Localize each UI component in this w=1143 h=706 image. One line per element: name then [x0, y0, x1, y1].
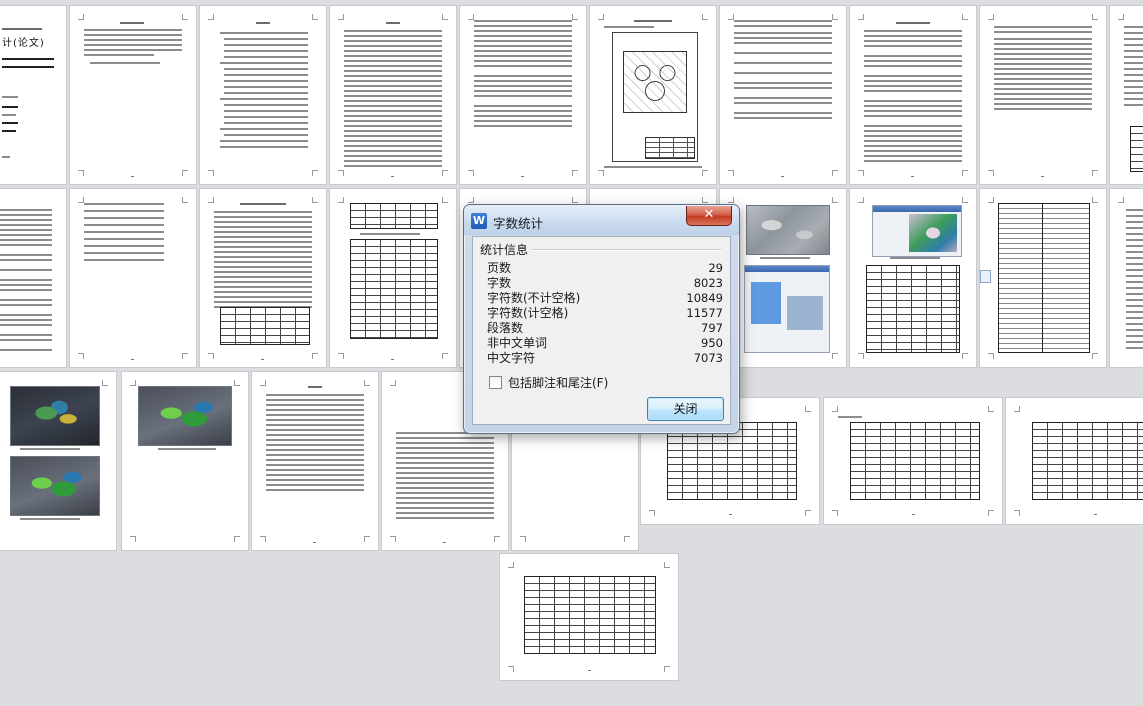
word-count-dialog[interactable]: W 字数统计 ✕ 统计信息 页数 29 字数 8023 字符数(不计空格) 10…	[463, 204, 740, 434]
page-thumbnail[interactable]	[460, 6, 586, 184]
stat-label: 字符数(计空格)	[487, 306, 569, 320]
dialog-body: 统计信息 页数 29 字数 8023 字符数(不计空格) 10849 字符数(计…	[472, 236, 731, 425]
stat-label: 中文字符	[487, 351, 536, 365]
section-label: 统计信息	[480, 241, 533, 258]
stat-value: 10849	[686, 291, 723, 305]
software-screenshot	[872, 205, 962, 257]
stat-label: 段落数	[487, 321, 524, 335]
cover-title: 计(论文)	[2, 38, 45, 49]
document-icon	[980, 270, 991, 283]
page-thumbnail[interactable]	[590, 6, 716, 184]
stat-row-pages: 页数 29	[487, 261, 723, 276]
page-thumbnail[interactable]	[70, 189, 196, 367]
stat-row-non-chinese-words: 非中文单词 950	[487, 336, 723, 351]
page-thumbnail[interactable]	[720, 6, 846, 184]
page-thumbnail[interactable]	[1006, 398, 1143, 524]
page-thumbnail[interactable]	[850, 189, 976, 367]
stat-value: 7073	[693, 351, 723, 365]
page-thumbnail[interactable]	[824, 398, 1002, 524]
page-thumbnail[interactable]	[1110, 6, 1143, 184]
close-icon: ✕	[703, 207, 715, 222]
dialog-title: 字数统计	[493, 216, 544, 231]
model-render-image	[746, 205, 830, 255]
statistics-list: 页数 29 字数 8023 字符数(不计空格) 10849 字符数(计空格) 1…	[487, 261, 723, 366]
page-thumbnail[interactable]: 计(论文)	[0, 6, 66, 184]
stat-label: 非中文单词	[487, 336, 548, 350]
stat-row-chars-with-spaces: 字符数(计空格) 11577	[487, 306, 723, 321]
stat-row-paragraphs: 段落数 797	[487, 321, 723, 336]
stat-label: 页数	[487, 261, 512, 275]
stat-value: 8023	[693, 276, 723, 290]
page-thumbnail[interactable]	[330, 6, 456, 184]
stat-label: 字数	[487, 276, 512, 290]
stat-value: 797	[701, 321, 723, 335]
page-thumbnail[interactable]	[330, 189, 456, 367]
drawing-image	[612, 32, 698, 162]
wps-writer-icon: W	[471, 213, 487, 229]
page-thumbnail[interactable]	[200, 6, 326, 184]
stat-row-chinese-chars: 中文字符 7073	[487, 351, 723, 366]
page-thumbnail[interactable]	[200, 189, 326, 367]
model-render-image	[138, 386, 232, 446]
model-render-image	[10, 456, 100, 516]
document-thumbnail-canvas[interactable]: 计(论文) W 字数统计 ✕ 统计信息 页数 29 字数 8023 字符数(不计…	[0, 0, 1143, 706]
page-thumbnail[interactable]	[122, 372, 248, 550]
close-button[interactable]: ✕	[686, 206, 732, 226]
include-footnotes-checkbox[interactable]	[489, 376, 502, 389]
page-thumbnail[interactable]	[70, 6, 196, 184]
stat-row-words: 字数 8023	[487, 276, 723, 291]
stat-label: 字符数(不计空格)	[487, 291, 581, 305]
page-thumbnail[interactable]	[980, 6, 1106, 184]
close-dialog-button[interactable]: 关闭	[647, 397, 724, 421]
dialog-titlebar[interactable]: W 字数统计 ✕	[464, 205, 739, 235]
software-screenshot	[744, 265, 830, 353]
stat-value: 950	[701, 336, 723, 350]
page-thumbnail[interactable]	[500, 554, 678, 680]
page-thumbnail[interactable]	[1110, 189, 1143, 367]
stat-value: 29	[708, 261, 723, 275]
page-thumbnail[interactable]	[980, 189, 1106, 367]
include-footnotes-label[interactable]: 包括脚注和尾注(F)	[508, 374, 608, 391]
page-thumbnail[interactable]	[850, 6, 976, 184]
stat-row-chars-no-spaces: 字符数(不计空格) 10849	[487, 291, 723, 306]
page-thumbnail[interactable]	[0, 372, 116, 550]
model-render-image	[10, 386, 100, 446]
page-thumbnail[interactable]	[0, 189, 66, 367]
page-thumbnail[interactable]	[252, 372, 378, 550]
stat-value: 11577	[686, 306, 723, 320]
